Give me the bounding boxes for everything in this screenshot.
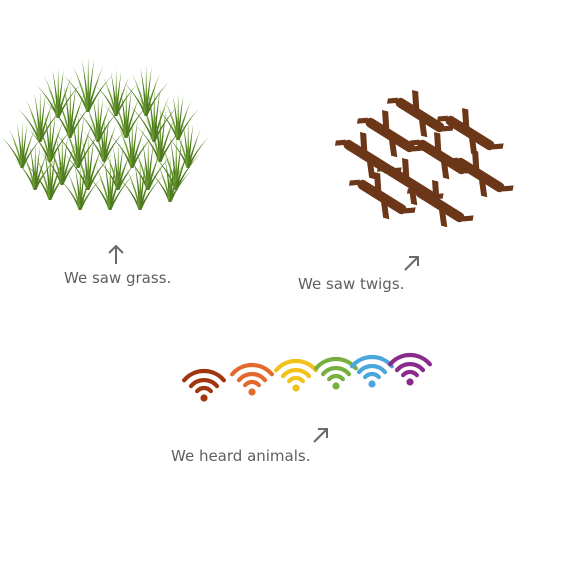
grass-tuft: [123, 64, 169, 116]
wifi-signal-icon: [350, 355, 394, 388]
illustration-canvas: We saw grass. We saw twigs. We heard ani…: [0, 0, 568, 568]
wifi-signal-icon: [182, 369, 226, 402]
grass-icon: [1, 56, 209, 210]
arrow-up-right-icon: [404, 256, 419, 271]
wifi-signal-icon: [230, 363, 274, 396]
wifi-signal-icon: [274, 359, 318, 392]
caption-grass: We saw grass.: [64, 269, 172, 287]
arrow-up-right-icon: [313, 428, 328, 443]
wifi-signal-icon: [182, 353, 432, 402]
caption-animals: We heard animals.: [171, 447, 311, 465]
wifi-signal-icon: [388, 353, 432, 386]
caption-twigs: We saw twigs.: [298, 275, 405, 293]
twig-icon: [334, 89, 514, 228]
grass-tuft: [129, 86, 179, 142]
grass-tuft: [25, 144, 75, 200]
grass-tuft: [117, 158, 163, 210]
grass-tuft: [35, 66, 81, 118]
arrow-up-icon: [108, 244, 124, 264]
twig: [446, 149, 514, 198]
wifi-signal-icon: [314, 357, 358, 390]
